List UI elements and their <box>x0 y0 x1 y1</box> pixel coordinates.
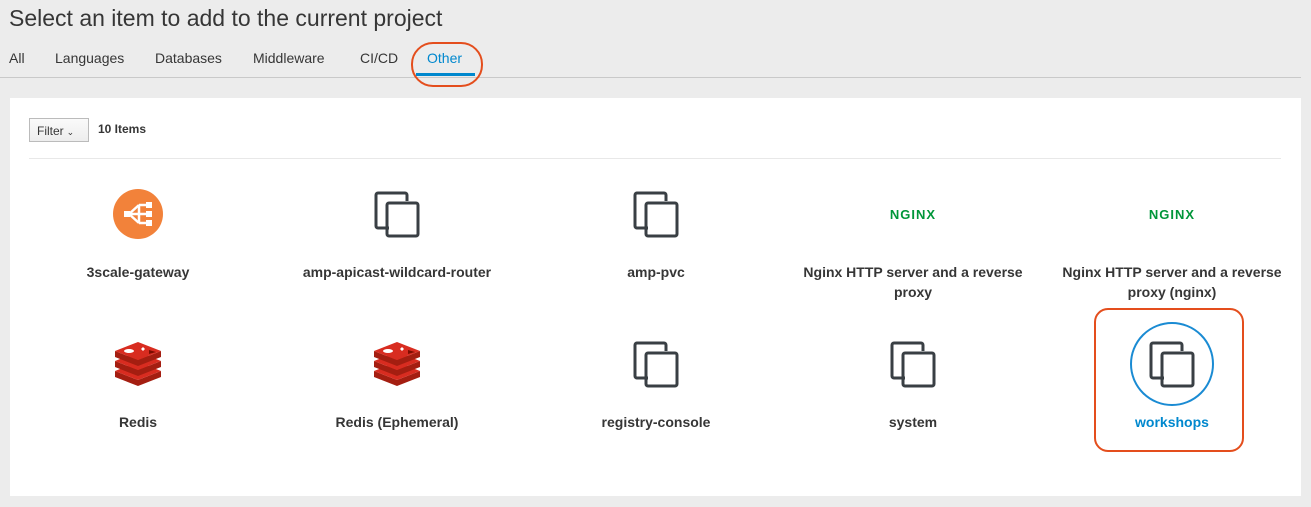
redis-icon <box>115 342 161 386</box>
template-icon <box>374 191 420 238</box>
divider <box>29 158 1281 159</box>
page-title: Select an item to add to the current pro… <box>9 5 443 31</box>
item-highlight-ring <box>1094 308 1244 452</box>
template-icon <box>633 341 679 388</box>
chevron-down-icon: ⌄ <box>66 127 75 137</box>
category-tabs: All Languages Databases Middleware CI/CD… <box>0 46 1301 78</box>
tab-languages[interactable]: Languages <box>55 50 124 66</box>
item-count: 10 Items <box>98 122 147 136</box>
template-icon <box>890 341 936 388</box>
tab-databases[interactable]: Databases <box>155 50 222 66</box>
filter-button[interactable]: Filter ⌄ <box>29 118 89 142</box>
template-icon <box>633 191 679 238</box>
catalog-item-label: amp-apicast-wildcard-router <box>302 264 492 280</box>
catalog-item-label: registry-console <box>601 414 711 430</box>
catalog-item-label: Nginx HTTP server and a reverse proxy <box>803 264 1023 300</box>
catalog-item-label: amp-pvc <box>627 264 685 280</box>
tab-all[interactable]: All <box>9 50 25 66</box>
redis-icon <box>374 342 420 386</box>
catalog-item-label: Redis <box>118 414 158 430</box>
filter-label: Filter <box>37 124 64 138</box>
catalog-item-label: Redis (Ephemeral) <box>335 414 459 430</box>
tab-highlight-ring <box>411 42 483 87</box>
catalog-item-label: Nginx HTTP server and a reverse proxy (n… <box>1062 264 1282 300</box>
nginx-icon: NGINX <box>1148 207 1196 222</box>
tab-cicd[interactable]: CI/CD <box>360 50 398 66</box>
tab-middleware[interactable]: Middleware <box>253 50 325 66</box>
3scale-gateway-icon <box>113 189 163 239</box>
catalog-item-label: 3scale-gateway <box>86 264 190 280</box>
catalog-item-label: system <box>888 414 938 430</box>
nginx-icon: NGINX <box>889 207 937 222</box>
